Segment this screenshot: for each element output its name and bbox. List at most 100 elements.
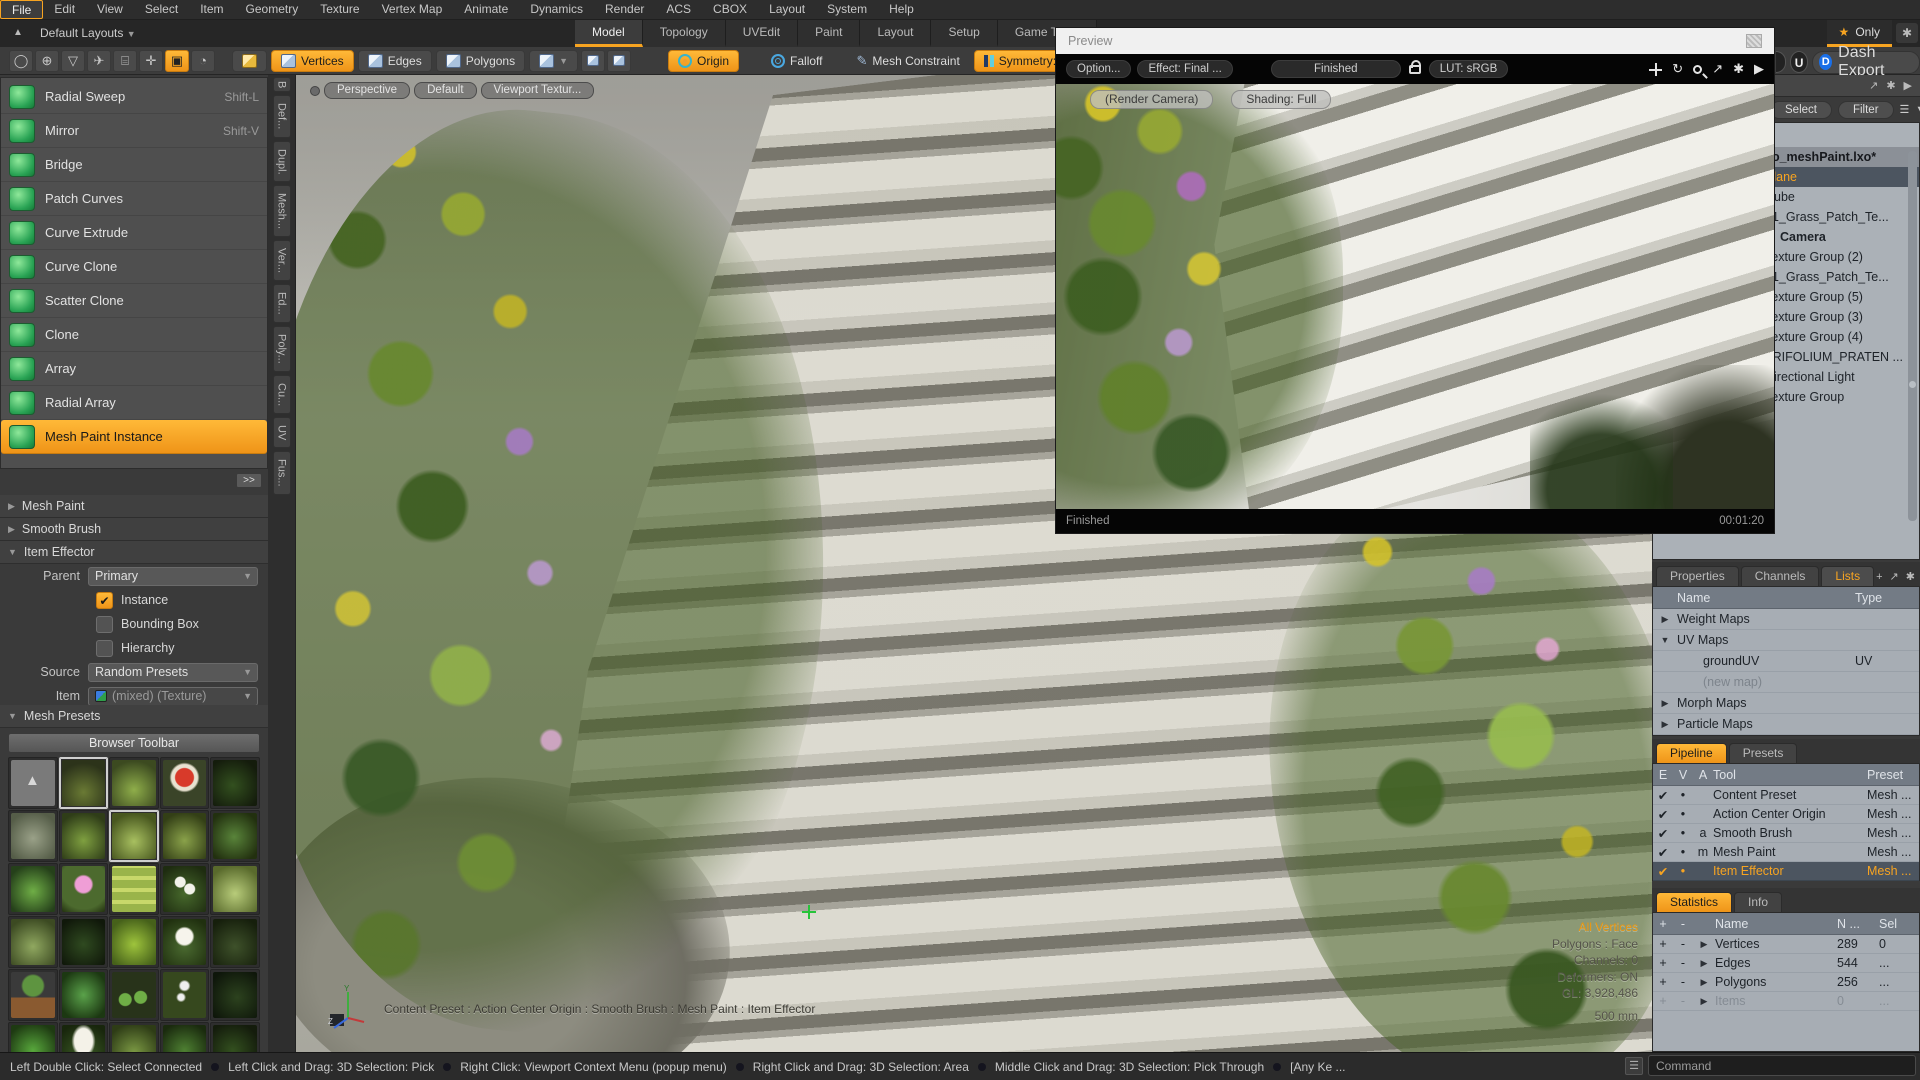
expand-arrow-icon[interactable]: ▶ xyxy=(1653,614,1677,625)
preset-thumb-pink-flower[interactable] xyxy=(59,863,109,915)
preview-titlebar[interactable]: Preview xyxy=(1056,28,1774,54)
shrink-selection-icon[interactable]: - xyxy=(1673,937,1693,951)
preview-effect-button[interactable]: Effect: Final ... xyxy=(1137,60,1232,78)
grow-selection-icon[interactable]: + xyxy=(1653,994,1673,1008)
expand-arrow-icon[interactable]: ▶ xyxy=(1693,939,1715,950)
enable-check-icon[interactable]: ✔ xyxy=(1653,845,1673,860)
checkbox[interactable]: ✔ xyxy=(96,592,113,609)
rotate-icon[interactable]: ↻ xyxy=(1672,61,1683,77)
tab-layout[interactable]: Layout xyxy=(860,20,931,47)
pin-tool-icon[interactable]: ▽ xyxy=(61,50,85,72)
command-history-icon[interactable]: ☰ xyxy=(1625,1057,1643,1075)
expand-arrow-icon[interactable]: ▶ xyxy=(1693,977,1715,988)
menu-item-file[interactable]: File xyxy=(0,0,43,19)
preset-thumb-seedlings[interactable] xyxy=(109,969,159,1021)
preset-thumb-white-flowers[interactable] xyxy=(160,863,210,915)
tab-uvedit[interactable]: UVEdit xyxy=(726,20,798,47)
menu-item-cbox[interactable]: CBOX xyxy=(702,0,758,19)
pen-tool-icon[interactable]: ✈ xyxy=(87,50,111,72)
vertex-map-row[interactable]: ▶Morph Maps xyxy=(1653,693,1919,714)
menu-item-select[interactable]: Select xyxy=(134,0,189,19)
filter-button[interactable]: Filter xyxy=(1838,101,1894,119)
lock-icon[interactable] xyxy=(1409,65,1421,74)
tab-only[interactable]: ★Only xyxy=(1827,20,1892,47)
side-tab-ed[interactable]: Ed... xyxy=(273,284,291,323)
tab-info[interactable]: Info xyxy=(1734,892,1782,912)
menu-item-item[interactable]: Item xyxy=(189,0,234,19)
preset-thumb-potted-plant[interactable] xyxy=(8,969,58,1021)
tube-tool-icon[interactable]: ⌸ xyxy=(113,50,137,72)
command-input[interactable] xyxy=(1648,1055,1916,1076)
pipeline-row[interactable]: ✔•aSmooth BrushMesh ... xyxy=(1653,824,1919,843)
preset-thumb-moss[interactable] xyxy=(109,916,159,968)
menu-item-dynamics[interactable]: Dynamics xyxy=(519,0,594,19)
source-dropdown[interactable]: Random Presets▼ xyxy=(88,663,258,682)
menu-item-edit[interactable]: Edit xyxy=(43,0,86,19)
app-link-icon[interactable] xyxy=(1776,51,1786,73)
preset-thumb-mushroom-red[interactable] xyxy=(160,757,210,809)
menu-item-system[interactable]: System xyxy=(816,0,878,19)
preset-thumb-fern[interactable] xyxy=(160,1022,210,1052)
side-tab-fus[interactable]: Fus... xyxy=(273,451,291,495)
side-tab-def[interactable]: Def... xyxy=(273,95,291,137)
funnel-icon[interactable]: ▼ xyxy=(1915,104,1920,116)
list-options-icon[interactable]: ☰ xyxy=(1900,103,1910,116)
preset-thumb-grass-tuft[interactable] xyxy=(109,810,159,862)
mode-edges-button[interactable]: Edges xyxy=(358,50,432,72)
collapse-toolbar-icon[interactable]: ▲ xyxy=(8,25,28,41)
select-button[interactable]: Select xyxy=(1770,101,1832,119)
mode-vertices-button[interactable]: Vertices xyxy=(271,50,354,72)
mesh-constraint-button[interactable]: ✎Mesh Constraint xyxy=(847,50,970,72)
section-mesh-presets[interactable]: ▼Mesh Presets xyxy=(0,705,268,728)
expand-icon[interactable]: ↗ xyxy=(1890,570,1899,583)
tab-paint[interactable]: Paint xyxy=(798,20,860,47)
item-list-scrollbar[interactable] xyxy=(1908,151,1917,521)
expand-icon[interactable]: ↗ xyxy=(1869,79,1878,92)
menu-item-help[interactable]: Help xyxy=(878,0,925,19)
preset-thumb-white-orchid[interactable] xyxy=(160,916,210,968)
preset-thumb-dark-shrub[interactable] xyxy=(210,969,260,1021)
preset-thumb-light-grass[interactable] xyxy=(210,863,260,915)
tab-topology[interactable]: Topology xyxy=(643,20,726,47)
viewport-tab-viewporttextur[interactable]: Viewport Textur... xyxy=(481,82,595,99)
statistics-row[interactable]: +-▶Edges544... xyxy=(1653,954,1919,973)
shrink-selection-icon[interactable]: - xyxy=(1673,975,1693,989)
gear-icon[interactable]: ✱ xyxy=(1896,23,1918,43)
vertex-map-row[interactable]: ▼UV Maps xyxy=(1653,630,1919,651)
side-tab-ver[interactable]: Ver... xyxy=(273,240,291,281)
preset-thumb-clover[interactable] xyxy=(210,810,260,862)
section-mesh-paint[interactable]: ▶Mesh Paint xyxy=(0,495,268,518)
viewport-tab-perspective[interactable]: Perspective xyxy=(324,82,410,99)
pipeline-row[interactable]: ✔•Content PresetMesh ... xyxy=(1653,786,1919,805)
tab-pipeline[interactable]: Pipeline xyxy=(1656,743,1727,763)
preset-thumb-flower-tray[interactable] xyxy=(109,863,159,915)
visibility-dot-icon[interactable]: • xyxy=(1673,826,1693,840)
tool-radial-sweep[interactable]: Radial SweepShift-L xyxy=(1,80,267,114)
side-tab-dupl[interactable]: Dupl. xyxy=(273,141,291,183)
default-layouts-dropdown[interactable]: Default Layouts ▼ xyxy=(40,20,136,47)
tab-statistics[interactable]: Statistics xyxy=(1656,892,1732,912)
section-smooth-brush[interactable]: ▶Smooth Brush xyxy=(0,518,268,541)
item-mode-dropdown[interactable]: ▼ xyxy=(529,50,578,72)
vertex-map-row[interactable]: ▶Particle Maps xyxy=(1653,714,1919,735)
visibility-dot-icon[interactable]: • xyxy=(1673,807,1693,821)
statistics-row[interactable]: +-▶Vertices2890 xyxy=(1653,935,1919,954)
menu-item-geometry[interactable]: Geometry xyxy=(235,0,310,19)
tab-setup[interactable]: Setup xyxy=(931,20,997,47)
tool-mesh-paint-instance[interactable]: Mesh Paint Instance xyxy=(1,420,267,454)
side-tab-b[interactable]: B xyxy=(273,77,291,92)
expand-icon[interactable]: ↗ xyxy=(1712,61,1723,77)
sphere-tool-icon[interactable]: ⊕ xyxy=(35,50,59,72)
mode-polygons-button[interactable]: Polygons xyxy=(436,50,525,72)
gear-icon[interactable]: ✱ xyxy=(1906,570,1915,583)
pipeline-row[interactable]: ✔•mMesh PaintMesh ... xyxy=(1653,843,1919,862)
parent-dropdown[interactable]: Primary▼ xyxy=(88,567,258,586)
statistics-row[interactable]: +-▶Items0... xyxy=(1653,992,1919,1011)
preview-options-button[interactable]: Option... xyxy=(1066,60,1131,78)
tool-mirror[interactable]: MirrorShift-V xyxy=(1,114,267,148)
preset-thumb-meadow-grass[interactable] xyxy=(59,810,109,862)
tool-scatter-clone[interactable]: Scatter Clone xyxy=(1,284,267,318)
grow-selection-icon[interactable]: + xyxy=(1653,937,1673,951)
pipeline-row[interactable]: ✔•Action Center OriginMesh ... xyxy=(1653,805,1919,824)
vertex-map-row[interactable]: (new map) xyxy=(1653,672,1919,693)
